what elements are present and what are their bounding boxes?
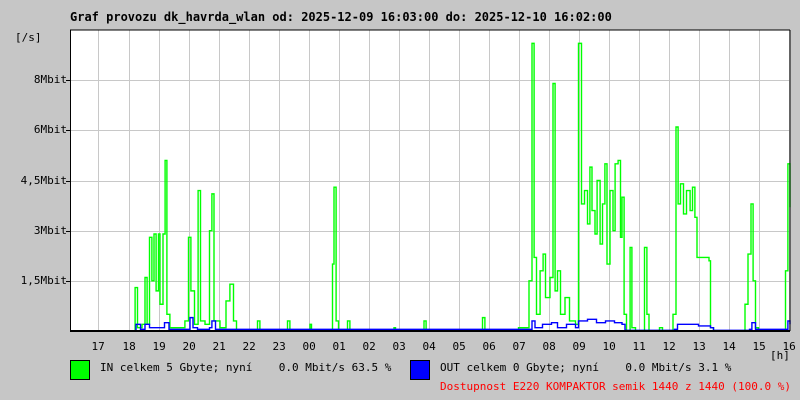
x-tick-label: 20 (182, 340, 196, 353)
x-tick-label: 13 (692, 340, 706, 353)
availability-text: Dostupnost E220 KOMPAKTOR semik 1440 z 1… (440, 380, 791, 393)
x-tick-label: 01 (332, 340, 346, 353)
x-tick-label: 08 (542, 340, 556, 353)
x-tick-label: 03 (392, 340, 406, 353)
x-tick-label: 21 (212, 340, 226, 353)
x-tick-label: 09 (572, 340, 586, 353)
x-tick-label: 06 (482, 340, 496, 353)
y-tick-label: 8Mbit (33, 72, 67, 86)
x-tick-label: 11 (632, 340, 646, 353)
x-tick-label: 18 (122, 340, 136, 353)
x-tick-label: 07 (512, 340, 526, 353)
x-tick-label: 22 (242, 340, 256, 353)
x-tick-label: 19 (152, 340, 166, 353)
legend-in-text: IN celkem 5 Gbyte; nyní 0.0 Mbit/s 63.5 … (100, 361, 392, 374)
x-tick-label: 23 (272, 340, 286, 353)
x-tick-label: 05 (452, 340, 466, 353)
y-tick-label: 6Mbit (33, 122, 67, 136)
x-tick-label: 15 (752, 340, 766, 353)
legend-out-swatch (410, 360, 430, 380)
x-tick-label: 14 (722, 340, 736, 353)
y-tick-label: 1,5Mbit (20, 273, 67, 287)
y-tick-label: 4,5Mbit (20, 173, 67, 187)
x-tick-label: 02 (362, 340, 376, 353)
legend-out-text: OUT celkem 0 Gbyte; nyní 0.0 Mbit/s 3.1 … (440, 361, 732, 374)
x-tick-label: 16 (782, 340, 796, 353)
x-tick-label: 12 (662, 340, 676, 353)
legend-in-swatch (70, 360, 90, 380)
x-tick-label: 00 (302, 340, 316, 353)
y-tick-label: 3Mbit (33, 223, 67, 237)
x-tick-label: 10 (602, 340, 616, 353)
x-tick-label: 04 (422, 340, 436, 353)
x-tick-label: 17 (91, 340, 105, 353)
